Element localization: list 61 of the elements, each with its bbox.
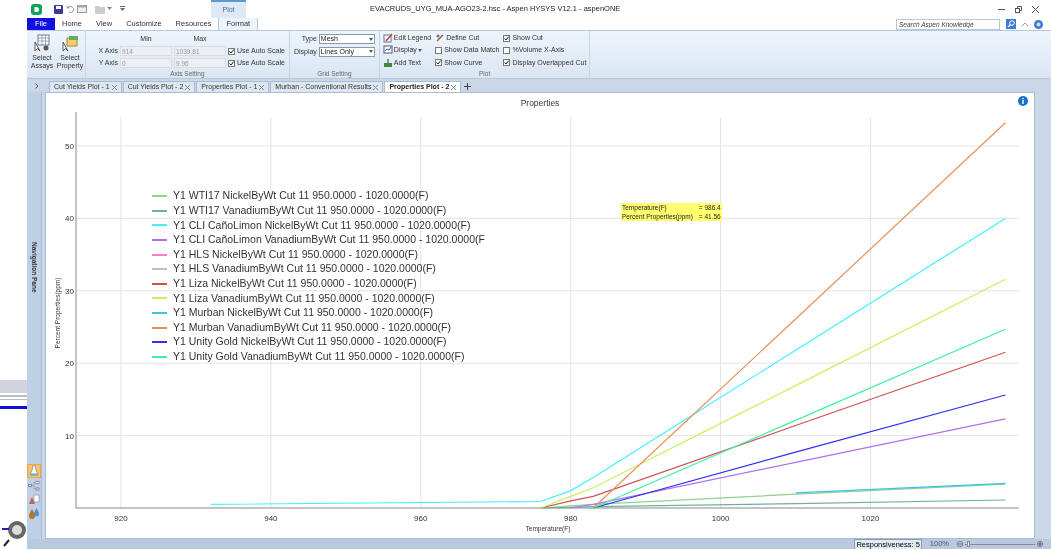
save-icon[interactable] — [54, 4, 63, 14]
app-logo-icon[interactable] — [31, 3, 42, 15]
legend-label: Y1 Liza VanadiumByWt Cut 11 950.0000 - 1020.0000(F) — [173, 290, 435, 306]
caret-icon — [368, 37, 373, 41]
legend-label: Y1 Unity Gold NickelByWt Cut 11 950.0000 - 1020.0000(F) — [173, 334, 447, 350]
flask-icon[interactable] — [27, 464, 41, 478]
undo-icon[interactable] — [66, 5, 74, 13]
tick-label: 980 — [564, 514, 578, 523]
legend-label: Y1 CLI CañoLimon VanadiumByWt Cut 11 950.0000 - 1020.0000(F — [173, 232, 485, 248]
window-icon[interactable] — [77, 5, 87, 13]
close-icon[interactable] — [1032, 5, 1039, 13]
caret-icon — [368, 50, 373, 54]
checkbox[interactable] — [435, 59, 443, 67]
folder-cursor-icon — [61, 34, 79, 52]
legend-label: Y1 Murban NickelByWt Cut 11 950.0000 - 1020.0000(F) — [173, 305, 434, 321]
tick-label: 40 — [65, 214, 74, 224]
tick-label: 940 — [264, 514, 278, 523]
legend-label: Y1 CLI CañoLimon NickelByWt Cut 11 950.0000 - 1020.0000(F) — [173, 217, 471, 233]
command-icon — [435, 33, 446, 44]
drops-icon[interactable] — [28, 508, 40, 519]
customize-icon[interactable] — [120, 6, 125, 12]
table-cursor-icon — [33, 34, 51, 52]
checkbox[interactable] — [503, 47, 511, 54]
command-icon — [382, 57, 393, 68]
checkbox[interactable] — [503, 59, 511, 67]
slider-thumb[interactable] — [967, 541, 970, 547]
tick-label: 1000 — [711, 514, 730, 523]
command-icon — [382, 45, 393, 56]
legend-label: Y1 Murban VanadiumByWt Cut 11 950.0000 - 1020.0000(F) — [173, 319, 452, 335]
documents-icon[interactable] — [28, 494, 40, 505]
info-icon[interactable] — [1018, 96, 1028, 106]
legend-label: Y1 HLS VanadiumByWt Cut 11 950.0000 - 1020.0000(F) — [173, 261, 436, 277]
zoom-out-icon[interactable] — [957, 541, 963, 547]
legend-label: Y1 WTI17 NickelByWt Cut 11 950.0000 - 1020.0000(F) — [173, 188, 429, 204]
tick-label: 960 — [414, 514, 428, 523]
caret-icon[interactable] — [107, 7, 112, 11]
collapse-ribbon-icon[interactable] — [1022, 21, 1028, 27]
tree-icon[interactable] — [28, 481, 40, 491]
zoom-in-icon[interactable] — [1037, 541, 1043, 547]
tick-label: 10 — [65, 431, 74, 441]
tick-label: 920 — [114, 514, 128, 523]
tick-label: 1020 — [861, 514, 880, 523]
restore-icon[interactable] — [1015, 5, 1022, 13]
add-tab-icon[interactable] — [464, 83, 472, 90]
search-icon[interactable] — [1006, 19, 1016, 29]
legend-label: Y1 HLS NickelByWt Cut 11 950.0000 - 1020.0000(F) — [173, 246, 418, 262]
legend-label: Y1 Unity Gold VanadiumByWt Cut 11 950.0000 - 1020.0000(F) — [173, 348, 465, 364]
tick-label: 30 — [65, 286, 74, 296]
command-icon — [382, 33, 393, 44]
checkbox[interactable] — [435, 47, 443, 54]
chart-title: Properties — [520, 98, 560, 108]
tick-label: 20 — [65, 359, 74, 369]
help-icon[interactable] — [1034, 19, 1043, 29]
checkbox[interactable] — [503, 34, 511, 42]
desktop-fragment-drawing — [0, 380, 27, 410]
tick-label: 50 — [65, 141, 74, 151]
chevron-right-icon[interactable] — [35, 83, 39, 89]
close-icon[interactable] — [451, 84, 457, 90]
legend-label: Y1 WTI17 VanadiumByWt Cut 11 950.0000 - 1020.0000(F) — [173, 203, 447, 218]
zoom-slider[interactable] — [965, 541, 1035, 547]
legend-label: Y1 Liza NickelByWt Cut 11 950.0000 - 1020.0000(F) — [173, 276, 417, 291]
